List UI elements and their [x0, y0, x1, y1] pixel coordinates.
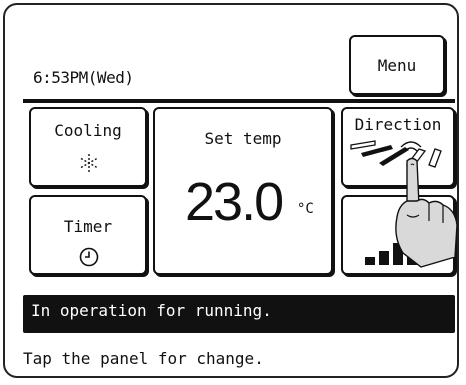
- controller-screen: 6:53PM(Wed) Menu Cooling Timer Set temp …: [3, 3, 459, 378]
- status-message-bar: In operation for running.: [23, 295, 455, 333]
- timer-label: Timer: [63, 217, 113, 236]
- snowflake-icon: [80, 154, 98, 172]
- hint-text: Tap the panel for change.: [23, 349, 264, 368]
- set-temp-label: Set temp: [204, 129, 282, 148]
- timer-tile[interactable]: Timer: [29, 195, 147, 275]
- direction-label: Direction: [354, 115, 442, 134]
- temp-unit: °C: [297, 201, 314, 217]
- set-temp-tile[interactable]: Set temp 23.0 °C: [153, 107, 333, 275]
- set-temp-value: 23.0: [185, 172, 284, 232]
- header-divider: [23, 99, 455, 103]
- mode-label: Cooling: [54, 121, 122, 140]
- mode-tile[interactable]: Cooling: [29, 107, 147, 187]
- tapping-hand-icon: [395, 141, 458, 268]
- clock-display: 6:53PM(Wed): [33, 68, 134, 87]
- clock-icon: [79, 247, 99, 267]
- menu-button[interactable]: Menu: [349, 35, 445, 95]
